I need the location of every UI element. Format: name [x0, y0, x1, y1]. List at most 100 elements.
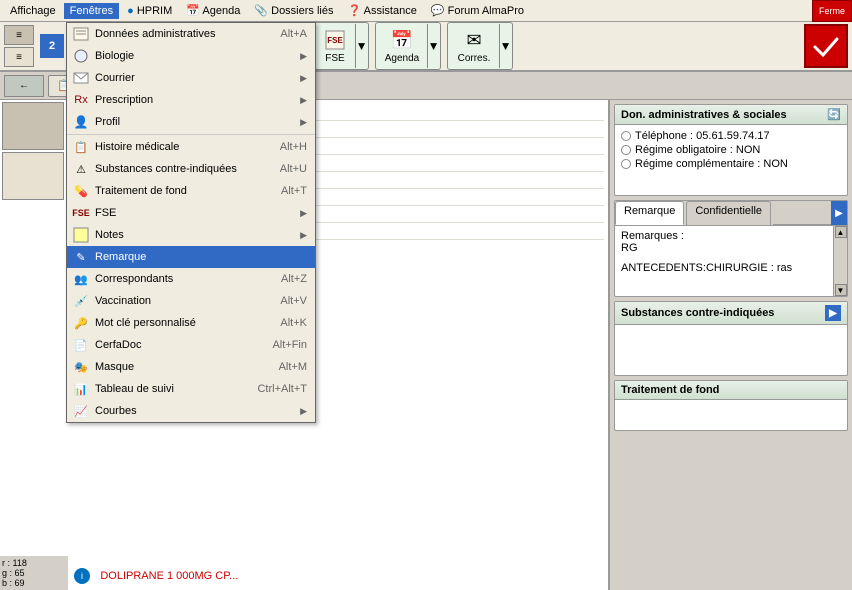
menu-notes[interactable]: Notes ▶: [67, 224, 315, 246]
menu-biologie[interactable]: Biologie ▶: [67, 45, 315, 67]
agenda-group: 📅 Agenda ▼: [375, 22, 441, 70]
vax-menu-icon: 💉: [73, 293, 89, 309]
traitement-section: Traitement de fond: [614, 380, 848, 431]
menu-vaccination[interactable]: 💉 Vaccination Alt+V: [67, 290, 315, 312]
history-menu-icon: 📋: [73, 139, 89, 155]
menu-prescription[interactable]: Rx Prescription ▶: [67, 89, 315, 111]
admin-section: Don. administratives & sociales 🔄 Téléph…: [614, 104, 848, 196]
refresh-icon[interactable]: 🔄: [827, 108, 841, 121]
thumb-panel-1[interactable]: [2, 102, 64, 150]
tab-confidentielle[interactable]: Confidentielle: [686, 201, 771, 225]
substances-body: [615, 325, 847, 375]
notes-menu-icon: [73, 227, 89, 243]
stat-r: r : 118: [2, 558, 66, 568]
fenetres-dropdown: Données administratives Alt+A Biologie ▶…: [66, 22, 316, 423]
corres-button[interactable]: ✉ Corres.: [449, 24, 499, 68]
cerfa-menu-icon: 📄: [73, 337, 89, 353]
menu-correspondants[interactable]: 👥 Correspondants Alt+Z: [67, 268, 315, 290]
corr-menu-icon: 👥: [73, 271, 89, 287]
corres-dropdown-arrow[interactable]: ▼: [499, 24, 511, 68]
corres-icon: ✉: [462, 28, 486, 52]
menu-sep-1: [67, 134, 315, 135]
rx-menu-icon: Rx: [73, 92, 89, 108]
fse-menu-icon: FSE: [73, 205, 89, 221]
left-panel-toggle[interactable]: ←: [4, 75, 44, 97]
chart-menu-icon: 📈: [73, 403, 89, 419]
remarks-scrollbar[interactable]: ▲ ▼: [833, 226, 847, 296]
menu-fenetres[interactable]: Fenêtres: [64, 3, 119, 19]
scroll-up-arrow[interactable]: ▲: [835, 226, 847, 238]
remarque-action-icon[interactable]: ▶: [831, 201, 847, 225]
phone-row: Téléphone : 05.61.59.74.17: [621, 129, 841, 143]
traitement-section-header: Traitement de fond: [615, 381, 847, 400]
clip-icon: 📎: [254, 5, 268, 17]
validate-button[interactable]: [804, 24, 848, 68]
remarks-label: Remarques :: [621, 230, 825, 242]
substances-section-header: Substances contre-indiquées ▶: [615, 302, 847, 325]
agenda-dropdown-arrow[interactable]: ▼: [427, 24, 439, 68]
key-menu-icon: 🔑: [73, 315, 89, 331]
scroll-down-arrow[interactable]: ▼: [835, 284, 847, 296]
fse-dropdown-arrow[interactable]: ▼: [355, 24, 367, 68]
forum-icon: 💬: [431, 5, 445, 17]
right-panel: Don. administratives & sociales 🔄 Téléph…: [610, 100, 852, 590]
check-icon: [811, 31, 841, 61]
remarks-content: Remarques : RG ANTECEDENTS:CHIRURGIE : r…: [621, 230, 841, 274]
menu-cerfadoc[interactable]: 📄 CerfaDoc Alt+Fin: [67, 334, 315, 356]
agenda-icon: 📅: [186, 5, 200, 17]
assist-icon: ❓: [347, 5, 361, 17]
drug-icon: i: [74, 568, 90, 584]
fse-icon: FSE: [323, 28, 347, 52]
regime-comp-radio: [621, 159, 631, 169]
tab-spacer: [773, 201, 831, 225]
menu-hprim[interactable]: ● HPRIM: [121, 3, 178, 19]
remarque-section: Remarque Confidentielle ▶ Remarques : RG…: [614, 200, 848, 297]
menu-forum[interactable]: 💬 Forum AlmaPro: [425, 2, 530, 19]
regime-oblig-radio: [621, 145, 631, 155]
profile-menu-icon: 👤: [73, 114, 89, 130]
agenda-toolbar-button[interactable]: 📅 Agenda: [377, 24, 427, 68]
substances-section: Substances contre-indiquées ▶: [614, 301, 848, 376]
thumb-panel-2[interactable]: [2, 152, 64, 200]
menu-dossiers-lies[interactable]: 📎 Dossiers liés: [248, 2, 339, 19]
admin-menu-icon: [73, 26, 89, 42]
fse-svg: FSE: [324, 30, 346, 50]
remarks-rg: RG: [621, 242, 825, 254]
fse-button[interactable]: FSE FSE: [315, 24, 355, 68]
hprim-icon: ●: [127, 5, 134, 17]
regime-comp-row: Régime complémentaire : NON: [621, 157, 841, 171]
panel-thumb-1[interactable]: ≡: [4, 25, 34, 45]
bottom-stats: r : 118 g : 65 b : 69: [0, 556, 68, 590]
phone-radio: [621, 131, 631, 141]
menu-remarque[interactable]: ✎ Remarque: [67, 246, 315, 268]
menu-masque[interactable]: 🎭 Masque Alt+M: [67, 356, 315, 378]
menu-assistance[interactable]: ❓ Assistance: [341, 2, 422, 19]
menu-fse[interactable]: FSE FSE ▶: [67, 202, 315, 224]
menu-substances[interactable]: ⚠ Substances contre-indiquées Alt+U: [67, 158, 315, 180]
menu-motcle[interactable]: 🔑 Mot clé personnalisé Alt+K: [67, 312, 315, 334]
corres-group: ✉ Corres. ▼: [447, 22, 513, 70]
menu-traitement[interactable]: 💊 Traitement de fond Alt+T: [67, 180, 315, 202]
admin-section-body: Téléphone : 05.61.59.74.17 Régime obliga…: [615, 125, 847, 195]
thumb-panels: [0, 100, 68, 202]
svg-text:FSE: FSE: [327, 36, 343, 45]
mask-menu-icon: 🎭: [73, 359, 89, 375]
substances-action-icon[interactable]: ▶: [825, 305, 841, 321]
treatment-menu-icon: 💊: [73, 183, 89, 199]
menu-tableau-suivi[interactable]: 📊 Tableau de suivi Ctrl+Alt+T: [67, 378, 315, 400]
number-badge: 2: [40, 34, 64, 58]
menu-agenda[interactable]: 📅 Agenda: [180, 2, 246, 19]
menu-profil[interactable]: 👤 Profil ▶: [67, 111, 315, 133]
traitement-body: [615, 400, 847, 430]
remarks-spacer: [621, 254, 825, 262]
close-button[interactable]: Ferme: [812, 0, 852, 22]
panel-thumb-2[interactable]: ≡: [4, 47, 34, 67]
menu-affichage[interactable]: Affichage: [4, 3, 62, 19]
menu-donnees-admin[interactable]: Données administratives Alt+A: [67, 23, 315, 45]
menu-histoire[interactable]: 📋 Histoire médicale Alt+H: [67, 136, 315, 158]
menubar: Affichage Fenêtres ● HPRIM 📅 Agenda 📎 Do…: [0, 0, 852, 22]
menu-courrier[interactable]: Courrier ▶: [67, 67, 315, 89]
tab-remarque[interactable]: Remarque: [615, 201, 684, 225]
rem-menu-icon: ✎: [73, 249, 89, 265]
menu-courbes[interactable]: 📈 Courbes ▶: [67, 400, 315, 422]
